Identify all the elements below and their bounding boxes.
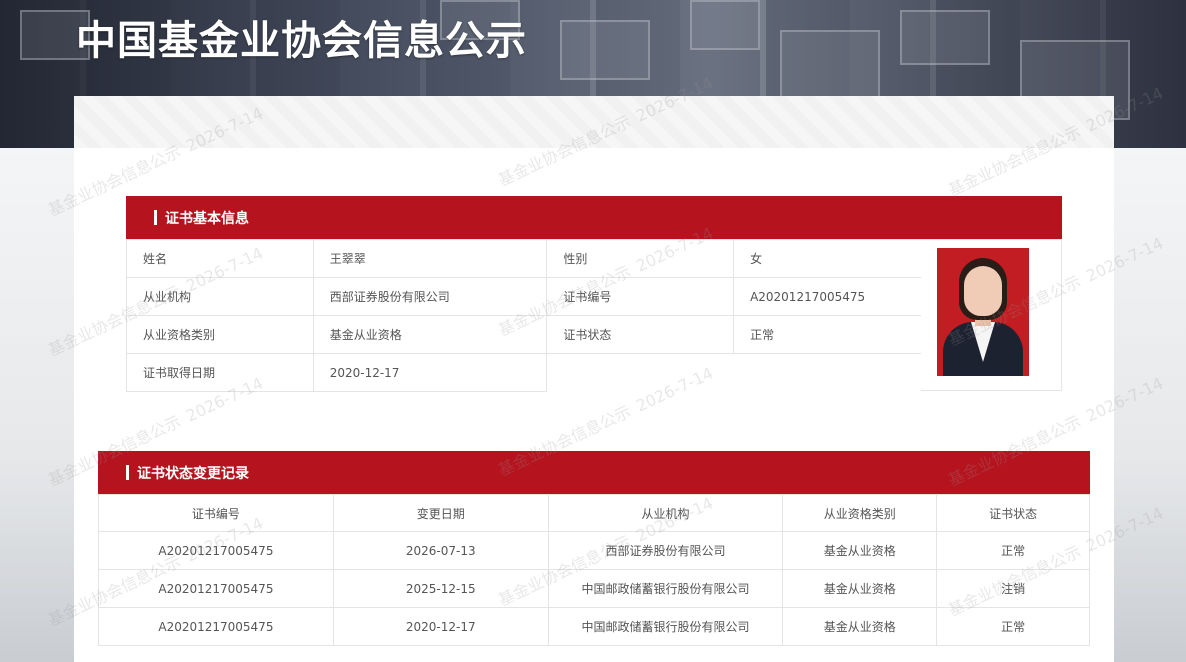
field-value: A20201217005475 [733, 277, 922, 316]
table-row: A20201217005475 2025-12-15 中国邮政储蓄银行股份有限公… [98, 569, 1090, 608]
field-label: 证书状态 [546, 315, 735, 354]
table-cell: A20201217005475 [98, 607, 334, 646]
table-cell: A20201217005475 [98, 569, 334, 608]
table-row: 证书取得日期 2020-12-17 [126, 353, 922, 392]
column-header: 证书状态 [936, 494, 1090, 532]
column-header: 证书编号 [98, 494, 334, 532]
field-label: 证书编号 [546, 277, 735, 316]
table-cell: 中国邮政储蓄银行股份有限公司 [547, 569, 784, 608]
table-cell: 基金从业资格 [782, 531, 938, 570]
table-cell: 2020-12-17 [332, 607, 549, 646]
table-row: 从业机构 西部证券股份有限公司 证书编号 A20201217005475 [126, 277, 922, 316]
field-label: 姓名 [126, 239, 314, 278]
table-cell: 基金从业资格 [782, 607, 938, 646]
table-cell: 基金从业资格 [782, 569, 938, 608]
field-label: 从业机构 [126, 277, 314, 316]
section-title: 证书基本信息 [165, 210, 249, 227]
table-row: A20201217005475 2020-12-17 中国邮政储蓄银行股份有限公… [98, 607, 1090, 646]
field-value: 王翠翠 [312, 239, 548, 278]
content-card: 证书基本信息 姓名 王翠翠 性别 女 从业机构 西部证券股份有限公司 证书编号 … [74, 96, 1114, 662]
section-marker [154, 210, 157, 225]
photo-cell [921, 239, 1062, 391]
table-header-row: 证书编号 变更日期 从业机构 从业资格类别 证书状态 [98, 494, 1090, 532]
field-value: 西部证券股份有限公司 [312, 277, 548, 316]
table-row: A20201217005475 2026-07-13 西部证券股份有限公司 基金… [98, 531, 1090, 570]
table-cell: A20201217005475 [98, 531, 334, 570]
field-label: 性别 [546, 239, 735, 278]
table-cell: 正常 [936, 607, 1090, 646]
status-history-table: 证书编号 变更日期 从业机构 从业资格类别 证书状态 A202012170054… [98, 494, 1090, 646]
card-top-strip [74, 96, 1114, 148]
field-value: 正常 [733, 315, 922, 354]
table-cell: 正常 [936, 531, 1090, 570]
field-value: 女 [733, 239, 922, 278]
field-label: 从业资格类别 [126, 315, 314, 354]
table-row: 姓名 王翠翠 性别 女 [126, 239, 922, 278]
column-header: 从业机构 [547, 494, 784, 532]
basic-info-table: 姓名 王翠翠 性别 女 从业机构 西部证券股份有限公司 证书编号 A202012… [126, 239, 922, 392]
profile-photo [937, 248, 1029, 376]
column-header: 变更日期 [332, 494, 549, 532]
section-header-basic-info: 证书基本信息 [126, 196, 1062, 239]
table-cell: 注销 [936, 569, 1090, 608]
field-value: 基金从业资格 [312, 315, 548, 354]
section-header-status-history: 证书状态变更记录 [98, 451, 1090, 494]
table-row: 从业资格类别 基金从业资格 证书状态 正常 [126, 315, 922, 354]
table-cell: 2026-07-13 [332, 531, 549, 570]
table-cell: 中国邮政储蓄银行股份有限公司 [547, 607, 784, 646]
section-marker [126, 465, 129, 480]
field-value: 2020-12-17 [312, 353, 548, 392]
page-title: 中国基金业协会信息公示 [76, 18, 527, 64]
section-title: 证书状态变更记录 [137, 465, 249, 482]
table-cell: 2025-12-15 [332, 569, 549, 608]
table-cell: 西部证券股份有限公司 [547, 531, 784, 570]
column-header: 从业资格类别 [782, 494, 938, 532]
field-label: 证书取得日期 [126, 353, 314, 392]
